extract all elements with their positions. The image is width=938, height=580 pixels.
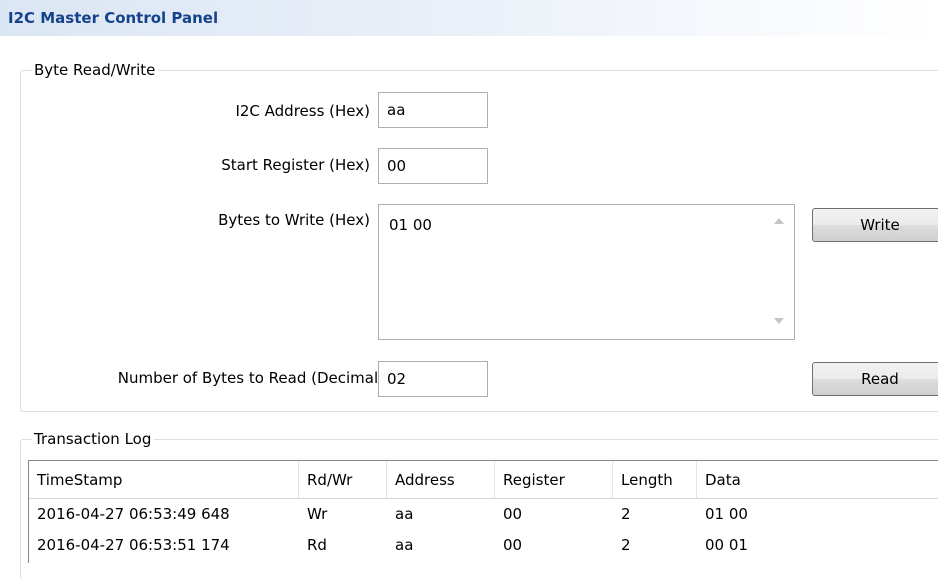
transaction-log-legend: Transaction Log — [32, 429, 155, 449]
cell-register: 00 — [503, 505, 523, 523]
cell-register: 00 — [503, 536, 523, 554]
start-register-label: Start Register (Hex) — [221, 156, 370, 174]
column-header-length[interactable]: Length — [613, 461, 697, 499]
write-button[interactable]: Write — [812, 208, 938, 242]
i2c-address-label: I2C Address (Hex) — [235, 102, 370, 120]
column-header-data[interactable]: Data — [697, 461, 938, 499]
cell-address: aa — [395, 536, 414, 554]
cell-rdwr: Wr — [307, 505, 328, 523]
table-header: TimeStamp Rd/Wr Address Register Length … — [29, 461, 938, 499]
column-header-timestamp[interactable]: TimeStamp — [29, 461, 299, 499]
bytes-to-write-label: Bytes to Write (Hex) — [218, 211, 370, 229]
cell-data: 01 00 — [705, 505, 748, 523]
i2c-address-input[interactable]: aa — [378, 92, 488, 128]
cell-timestamp: 2016-04-27 06:53:49 648 — [37, 505, 230, 523]
cell-address: aa — [395, 505, 414, 523]
table-row[interactable]: 2016-04-27 06:53:51 174 Rd aa 00 2 00 01 — [29, 530, 938, 561]
bytes-to-write-textarea[interactable]: 01 00 — [378, 204, 795, 340]
cell-length: 2 — [621, 536, 631, 554]
byte-read-write-legend: Byte Read/Write — [32, 60, 159, 80]
cell-data: 00 01 — [705, 536, 748, 554]
cell-length: 2 — [621, 505, 631, 523]
textarea-scrollbar[interactable] — [760, 205, 794, 339]
cell-timestamp: 2016-04-27 06:53:51 174 — [37, 536, 230, 554]
bytes-to-write-value: 01 00 — [389, 216, 432, 234]
column-header-register[interactable]: Register — [495, 461, 613, 499]
read-button[interactable]: Read — [812, 362, 938, 396]
num-bytes-to-read-input[interactable]: 02 — [378, 361, 488, 397]
panel-title: I2C Master Control Panel — [8, 9, 219, 27]
scroll-down-arrow-icon[interactable] — [774, 318, 784, 324]
column-header-rdwr[interactable]: Rd/Wr — [299, 461, 387, 499]
start-register-input[interactable]: 00 — [378, 148, 488, 184]
table-row[interactable]: 2016-04-27 06:53:49 648 Wr aa 00 2 01 00 — [29, 499, 938, 530]
scroll-up-arrow-icon[interactable] — [774, 218, 784, 224]
panel-header: I2C Master Control Panel — [0, 0, 938, 36]
column-header-address[interactable]: Address — [387, 461, 495, 499]
num-bytes-to-read-label: Number of Bytes to Read (Decimal) — [117, 369, 384, 387]
transaction-log-table[interactable]: TimeStamp Rd/Wr Address Register Length … — [28, 460, 938, 563]
cell-rdwr: Rd — [307, 536, 327, 554]
